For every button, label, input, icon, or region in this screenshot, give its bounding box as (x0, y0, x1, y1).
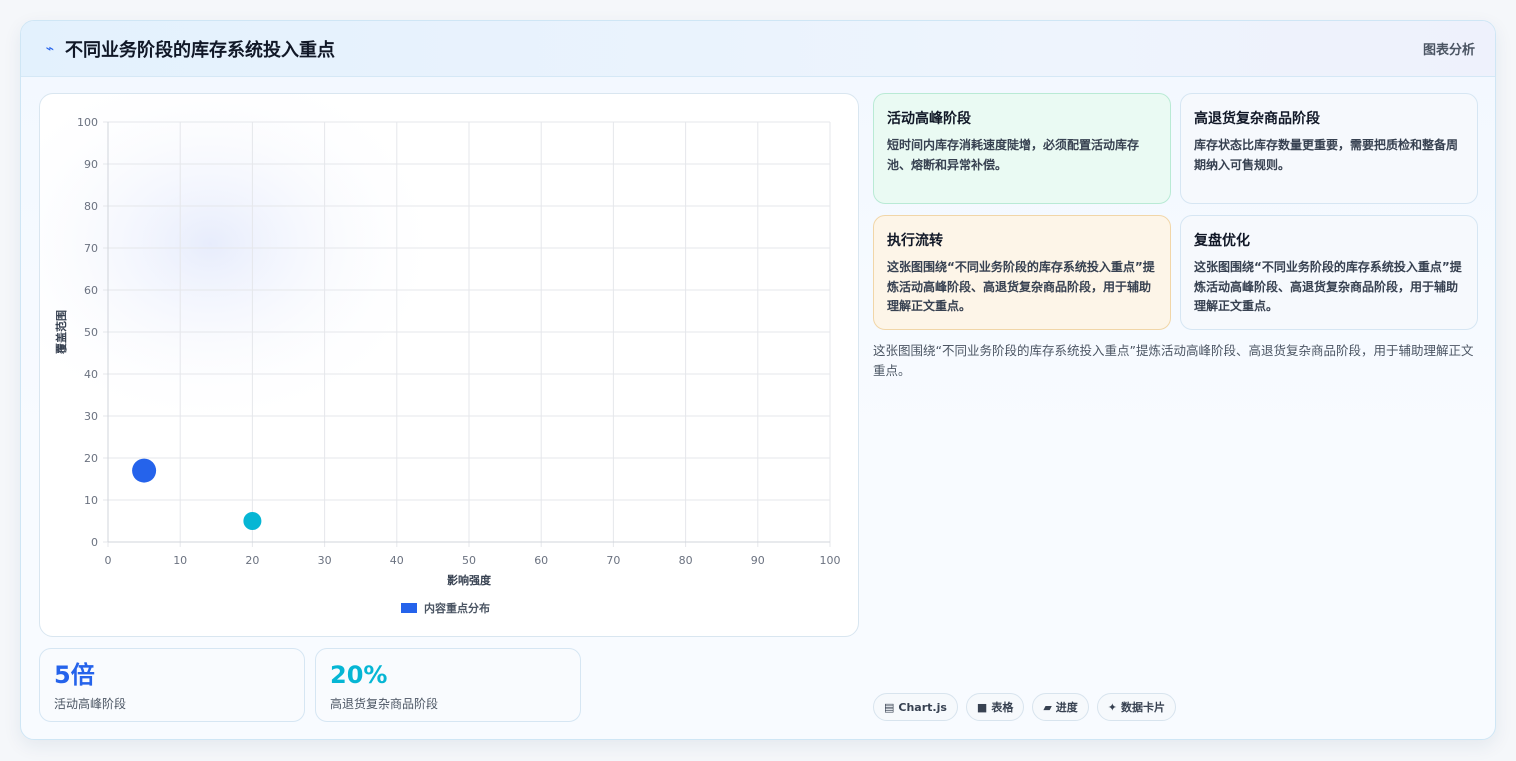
bolt-icon: ⌁ (45, 40, 55, 57)
chip-data-card[interactable]: ✦ 数据卡片 (1096, 693, 1177, 721)
x-tick-label: 20 (245, 554, 259, 567)
chip-label: 表格 (991, 701, 1014, 714)
chip-progress[interactable]: ▰ 进度 (1032, 693, 1089, 721)
x-tick-label: 0 (105, 554, 112, 567)
chip-label: Chart.js (898, 700, 947, 714)
y-tick-label: 90 (84, 158, 98, 171)
x-tick-label: 100 (820, 554, 841, 567)
x-tick-label: 90 (751, 554, 765, 567)
info-card-text: 这张图围绕“不同业务阶段的库存系统投入重点”提炼活动高峰阶段、高退货复杂商品阶段… (1194, 260, 1462, 313)
card-header: ⌁ 不同业务阶段的库存系统投入重点 图表分析 (21, 21, 1495, 77)
info-card-title: 高退货复杂商品阶段 (1194, 111, 1320, 127)
stat-value: 20% (330, 661, 388, 689)
x-tick-label: 30 (318, 554, 332, 567)
stat-card-returns: 20% 高退货复杂商品阶段 (315, 648, 581, 722)
chip-label: 数据卡片 (1121, 701, 1166, 714)
x-tick-label: 60 (534, 554, 548, 567)
stat-card-peak: 5倍 活动高峰阶段 (39, 648, 305, 722)
table-icon: ■ (976, 700, 988, 714)
x-tick-label: 50 (462, 554, 476, 567)
info-card-text: 库存状态比库存数量更重要，需要把质检和整备周期纳入可售规则。 (1194, 138, 1459, 172)
chip-label: 进度 (1055, 701, 1078, 714)
x-tick-label: 70 (606, 554, 620, 567)
background-glow (40, 94, 450, 434)
sparkle-icon: ✦ (1107, 700, 1118, 714)
chart-analysis-tag: 图表分析 (1422, 43, 1475, 58)
y-axis-label: 覆盖范围 (54, 310, 68, 354)
info-card-returns: 高退货复杂商品阶段 库存状态比库存数量更重要，需要把质检和整备周期纳入可售规则。 (1180, 93, 1478, 204)
legend-swatch (401, 603, 417, 613)
chart-icon: ▤ (884, 700, 895, 714)
chart-summary: 这张图围绕“不同业务阶段的库存系统投入重点”提炼活动高峰阶段、高退货复杂商品阶段… (873, 343, 1474, 378)
chart-legend[interactable]: 内容重点分布 (401, 601, 490, 615)
scatter-point[interactable] (243, 512, 262, 530)
x-tick-label: 10 (173, 554, 187, 567)
chart-panel: 0 10 20 30 40 50 60 70 80 90 100 0 10 20 30 40 50 60 70 80 9… (39, 93, 859, 637)
stat-label: 高退货复杂商品阶段 (330, 697, 439, 711)
chip-table[interactable]: ■ 表格 (965, 693, 1025, 721)
y-tick-label: 30 (84, 410, 98, 423)
legend-label: 内容重点分布 (424, 601, 490, 615)
y-tick-label: 50 (84, 326, 98, 339)
stat-value: 5倍 (54, 661, 95, 689)
y-tick-label: 40 (84, 368, 98, 381)
stat-label: 活动高峰阶段 (54, 697, 127, 711)
info-card-peak: 活动高峰阶段 短时间内库存消耗速度陡增，必须配置活动库存池、熔断和异常补偿。 (873, 93, 1171, 204)
x-tick-label: 40 (390, 554, 404, 567)
progress-icon: ▰ (1043, 700, 1052, 714)
x-tick-label: 80 (679, 554, 693, 567)
scatter-point[interactable] (132, 458, 157, 483)
info-card-text: 这张图围绕“不同业务阶段的库存系统投入重点”提炼活动高峰阶段、高退货复杂商品阶段… (887, 260, 1155, 313)
info-card-title: 活动高峰阶段 (887, 111, 971, 127)
info-card-review: 复盘优化 这张图围绕“不同业务阶段的库存系统投入重点”提炼活动高峰阶段、高退货复… (1180, 215, 1478, 330)
y-tick-label: 70 (84, 242, 98, 255)
chip-chartjs[interactable]: ▤ Chart.js (873, 693, 958, 721)
tech-chips: ▤ Chart.js ■ 表格 ▰ 进度 ✦ 数据卡片 (873, 693, 1177, 721)
chart-card: ⌁ 不同业务阶段的库存系统投入重点 图表分析 0 10 20 30 40 50 60 70 80… (20, 20, 1496, 740)
scatter-chart: 0 10 20 30 40 50 60 70 80 90 100 0 10 20 30 40 50 60 70 80 9… (40, 94, 841, 615)
y-tick-label: 80 (84, 200, 98, 213)
info-card-text: 短时间内库存消耗速度陡增，必须配置活动库存池、熔断和异常补偿。 (887, 138, 1140, 172)
x-axis-label: 影响强度 (447, 573, 492, 587)
info-card-title: 执行流转 (887, 233, 943, 249)
y-tick-label: 20 (84, 452, 98, 465)
title-wrap: ⌁ 不同业务阶段的库存系统投入重点 (43, 36, 335, 62)
y-tick-label: 0 (91, 536, 98, 549)
y-tick-label: 10 (84, 494, 98, 507)
page-title: 不同业务阶段的库存系统投入重点 (65, 39, 335, 61)
y-tick-label: 100 (77, 116, 98, 129)
info-card-execution: 执行流转 这张图围绕“不同业务阶段的库存系统投入重点”提炼活动高峰阶段、高退货复… (873, 215, 1171, 330)
y-tick-label: 60 (84, 284, 98, 297)
info-card-title: 复盘优化 (1194, 233, 1250, 249)
